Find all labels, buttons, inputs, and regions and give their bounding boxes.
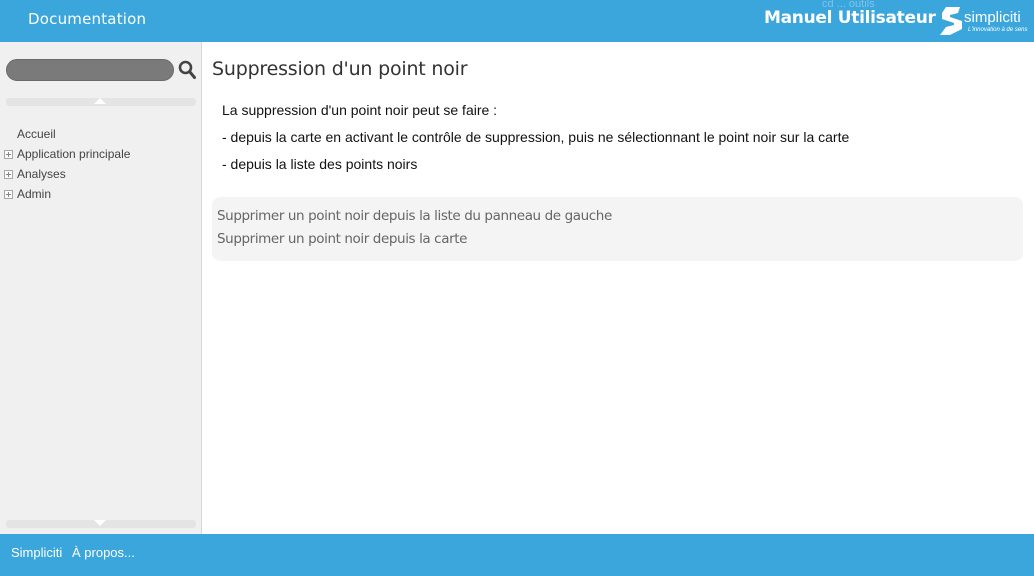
page-title: Suppression d'un point noir <box>212 58 468 80</box>
simpliciti-logo-icon <box>940 7 962 35</box>
expand-plus-icon[interactable] <box>4 190 13 199</box>
search-box <box>6 59 196 81</box>
tree-scroll-up[interactable] <box>6 98 196 106</box>
chevron-down-icon <box>94 520 106 526</box>
link-supprimer-depuis-liste[interactable]: Supprimer un point noir depuis la liste … <box>217 207 1018 230</box>
page-body: La suppression d'un point noir peut se f… <box>222 101 1022 182</box>
footer-link-simpliciti[interactable]: Simpliciti <box>11 545 62 560</box>
tree-scroll-down[interactable] <box>6 520 196 528</box>
tree-item-label: Accueil <box>17 127 56 141</box>
tree-item-application-principale[interactable]: Application principale <box>4 144 194 164</box>
expand-plus-icon[interactable] <box>4 150 13 159</box>
body-paragraph: - depuis la liste des points noirs <box>222 156 418 172</box>
related-links-box: Supprimer un point noir depuis la liste … <box>212 197 1023 261</box>
tree-item-label: Admin <box>17 187 52 201</box>
link-supprimer-depuis-carte[interactable]: Supprimer un point noir depuis la carte <box>217 230 1018 253</box>
tree-item-accueil[interactable]: Accueil <box>4 124 194 144</box>
footer-link-a-propos[interactable]: À propos... <box>72 545 135 560</box>
tree-item-admin[interactable]: Admin <box>4 184 194 204</box>
expand-plus-icon[interactable] <box>4 170 13 179</box>
documentation-title[interactable]: Documentation <box>28 10 146 28</box>
logo-name: simpliciti <box>964 9 1021 26</box>
chevron-up-icon <box>94 98 106 104</box>
top-header: Documentation cd ... outils Manuel Utili… <box>0 0 1034 42</box>
simpliciti-logo[interactable]: simpliciti L'innovation à de sens <box>940 5 1032 37</box>
tree-item-label: Analyses <box>17 167 66 181</box>
body-paragraph: La suppression d'un point noir peut se f… <box>222 102 498 118</box>
body-paragraph: - depuis la carte en activant le contrôl… <box>222 129 850 145</box>
search-input[interactable] <box>6 59 174 81</box>
search-icon[interactable] <box>178 60 196 80</box>
tree-item-label: Application principale <box>17 147 131 161</box>
navigation-tree: Accueil Application principale Analyses … <box>4 124 194 204</box>
tree-item-analyses[interactable]: Analyses <box>4 164 194 184</box>
logo-tagline: L'innovation à de sens <box>968 27 1028 33</box>
main-content: Suppression d'un point noir La suppressi… <box>203 42 1034 534</box>
manual-title: Manuel Utilisateur <box>764 8 936 28</box>
sidebar: Accueil Application principale Analyses … <box>0 42 202 534</box>
footer: Simpliciti À propos... <box>0 534 1034 576</box>
